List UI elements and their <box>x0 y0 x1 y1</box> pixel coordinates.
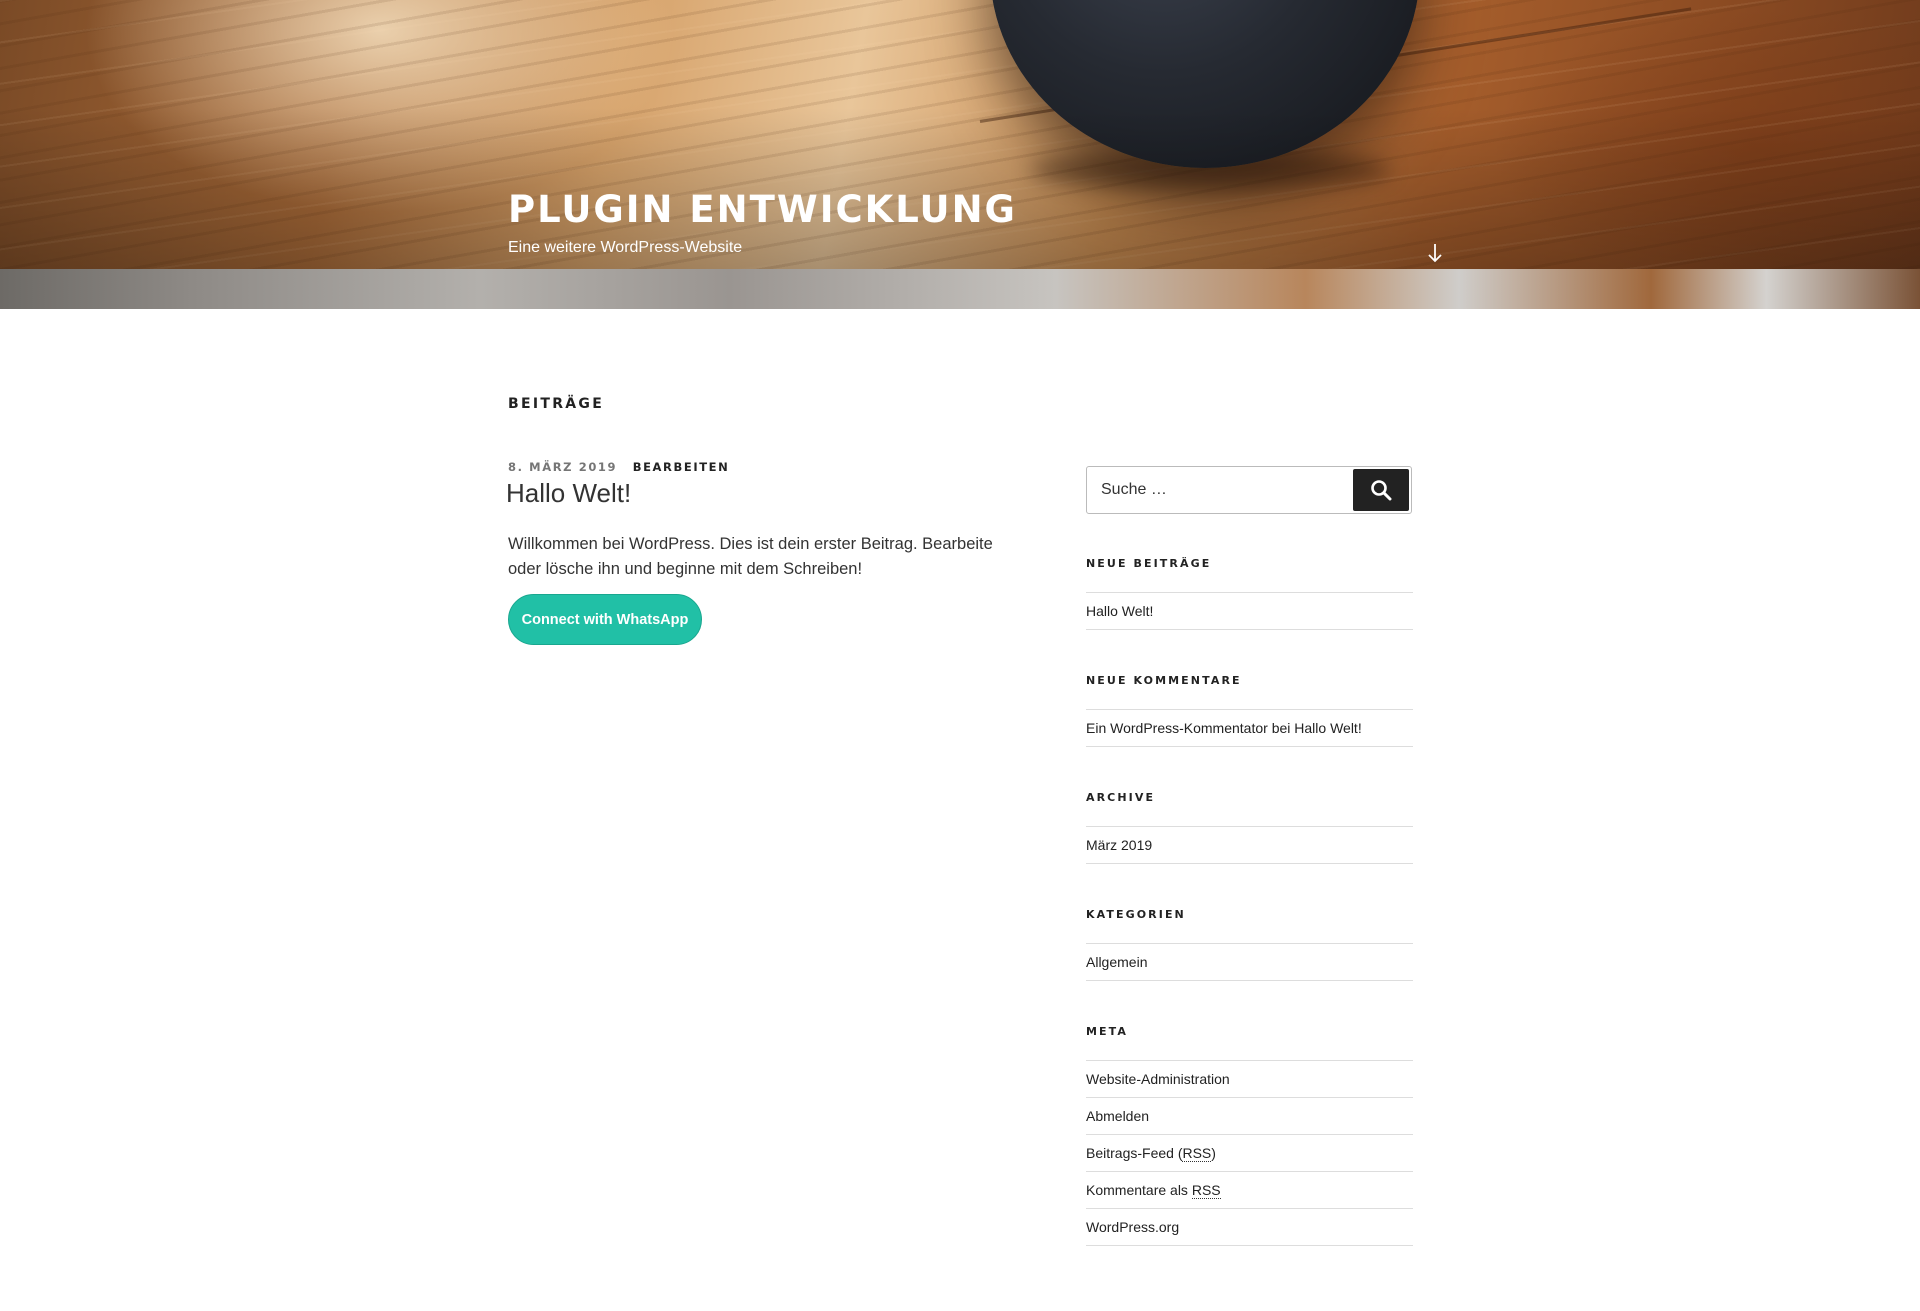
post-content: Willkommen bei WordPress. Dies ist dein … <box>508 535 993 578</box>
archive-list: März 2019 <box>1086 826 1413 864</box>
edit-post-link[interactable]: BEARBEITEN <box>633 460 730 474</box>
meta-item-comments-feed[interactable]: Kommentare als RSS <box>1086 1172 1413 1209</box>
site-title[interactable]: PLUGIN ENTWICKLUNG <box>508 188 1017 231</box>
recent-comment-item: Ein WordPress-Kommentator bei Hallo Welt… <box>1086 710 1413 747</box>
comment-connector: bei <box>1271 720 1291 736</box>
meta-item-admin[interactable]: Website-Administration <box>1086 1061 1413 1098</box>
search-input[interactable] <box>1099 467 1349 513</box>
site-description: Eine weitere WordPress-Website <box>508 239 743 256</box>
comment-author-link[interactable]: Ein WordPress-Kommentator <box>1086 720 1268 736</box>
category-item[interactable]: Allgemein <box>1086 944 1413 981</box>
categories-list: Allgemein <box>1086 943 1413 981</box>
posts-feed-prefix: Beitrags-Feed ( <box>1086 1145 1183 1161</box>
posts-feed-rss-abbr: RSS <box>1182 1144 1212 1162</box>
recent-post-item[interactable]: Hallo Welt! <box>1086 593 1413 630</box>
archive-item[interactable]: März 2019 <box>1086 827 1413 864</box>
arrow-down-icon <box>1428 244 1442 263</box>
widget-title-archive: ARCHIVE <box>1086 791 1156 804</box>
post-date[interactable]: 8. MÄRZ 2019 <box>508 460 617 474</box>
comment-post-link[interactable]: Hallo Welt! <box>1294 720 1361 736</box>
meta-list: Website-Administration Abmelden Beitrags… <box>1086 1060 1413 1246</box>
recent-posts-list: Hallo Welt! <box>1086 592 1413 630</box>
widget-title-meta: META <box>1086 1025 1129 1038</box>
post-meta: 8. MÄRZ 2019 BEARBEITEN <box>508 460 729 474</box>
recent-comments-list: Ein WordPress-Kommentator bei Hallo Welt… <box>1086 709 1413 747</box>
page-title: BEITRÄGE <box>508 396 605 412</box>
posts-feed-suffix: ) <box>1211 1145 1216 1161</box>
scroll-down-button[interactable] <box>1420 238 1450 268</box>
comments-feed-prefix: Kommentare als <box>1086 1182 1192 1198</box>
search-icon <box>1371 480 1392 501</box>
widget-title-recent-posts: NEUE BEITRÄGE <box>1086 557 1212 570</box>
meta-item-logout[interactable]: Abmelden <box>1086 1098 1413 1135</box>
search-submit-button[interactable] <box>1353 469 1409 511</box>
header-image-strip <box>0 269 1920 309</box>
meta-item-posts-feed[interactable]: Beitrags-Feed (RSS) <box>1086 1135 1413 1172</box>
widget-title-recent-comments: NEUE KOMMENTARE <box>1086 674 1242 687</box>
widget-title-categories: KATEGORIEN <box>1086 908 1186 921</box>
comments-feed-rss-abbr: RSS <box>1191 1181 1221 1199</box>
post-title[interactable]: Hallo Welt! <box>506 478 631 509</box>
connect-whatsapp-button[interactable]: Connect with WhatsApp <box>508 594 702 645</box>
search-form <box>1086 466 1412 514</box>
meta-item-wordpress-org[interactable]: WordPress.org <box>1086 1209 1413 1246</box>
site-header: PLUGIN ENTWICKLUNG Eine weitere WordPres… <box>0 0 1920 309</box>
